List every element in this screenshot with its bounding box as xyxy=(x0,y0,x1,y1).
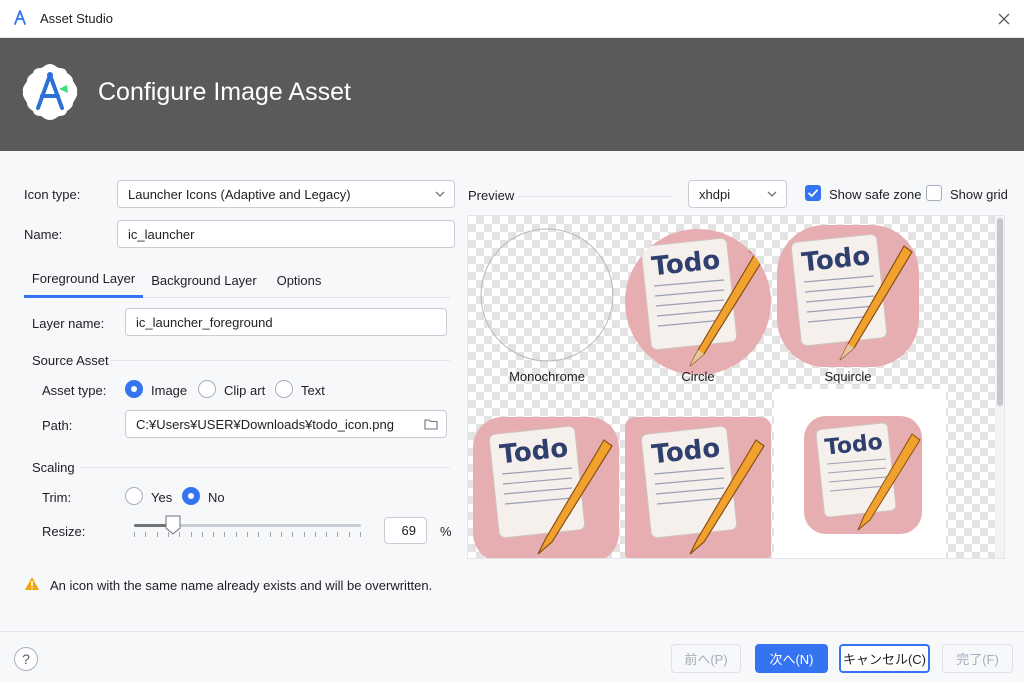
slider-tick xyxy=(224,532,226,537)
icon-type-label: Icon type: xyxy=(24,187,81,202)
path-value: C:¥Users¥USER¥Downloads¥todo_icon.png xyxy=(136,416,394,432)
preview-scrollbar[interactable] xyxy=(995,216,1004,558)
slider-tick xyxy=(292,532,294,537)
resize-slider-ticks xyxy=(134,532,361,538)
slider-tick xyxy=(190,532,192,537)
tab-foreground-layer[interactable]: Foreground Layer xyxy=(24,262,143,298)
squircle-caption: Squircle xyxy=(824,369,872,384)
slider-tick xyxy=(326,532,328,537)
slider-tick xyxy=(167,532,169,537)
layer-name-label: Layer name: xyxy=(32,316,105,331)
path-label: Path: xyxy=(42,418,73,433)
asset-type-label: Asset type: xyxy=(42,383,107,398)
page-title: Configure Image Asset xyxy=(98,78,351,106)
footer-divider xyxy=(0,631,1024,632)
slider-tick xyxy=(201,532,203,537)
asset-type-image-radio[interactable] xyxy=(125,380,143,398)
slider-tick xyxy=(280,532,282,537)
tab-options[interactable]: Options xyxy=(270,262,328,298)
show-grid-checkbox[interactable] xyxy=(926,185,942,201)
circle-caption: Circle xyxy=(681,369,715,384)
slider-tick xyxy=(303,532,305,537)
trim-no-label: No xyxy=(208,490,225,505)
slider-tick xyxy=(235,532,237,537)
layer-tabs: Foreground Layer Background Layer Option… xyxy=(24,262,450,298)
asset-type-clipart-label: Clip art xyxy=(224,383,266,398)
asset-type-text-radio[interactable] xyxy=(275,380,293,398)
slider-tick xyxy=(145,532,147,537)
trim-yes-radio[interactable] xyxy=(125,487,143,505)
close-icon xyxy=(998,13,1010,25)
show-grid-label: Show grid xyxy=(950,187,1008,202)
path-input[interactable]: C:¥Users¥USER¥Downloads¥todo_icon.png xyxy=(125,410,447,438)
preview-divider xyxy=(517,196,672,197)
chevron-down-icon xyxy=(435,191,445,197)
resize-value: 69 xyxy=(401,523,416,538)
close-button[interactable] xyxy=(992,7,1016,31)
scaling-divider xyxy=(80,467,450,468)
title-bar: Asset Studio xyxy=(0,0,1024,38)
preview-title: Preview xyxy=(468,188,515,203)
layer-name-value: ic_launcher_foreground xyxy=(136,314,273,330)
slider-tick xyxy=(179,532,181,537)
asset-type-text-label: Text xyxy=(301,383,325,398)
trim-label: Trim: xyxy=(42,490,72,505)
slider-tick xyxy=(134,532,135,537)
tab-background-layer[interactable]: Background Layer xyxy=(148,262,260,298)
slider-tick xyxy=(258,532,260,537)
next-button[interactable]: 次へ(N) xyxy=(755,644,828,673)
legacy-todo-icon: Todo xyxy=(804,416,922,534)
slider-tick xyxy=(337,532,339,537)
android-studio-app-icon xyxy=(14,10,26,25)
icon-type-dropdown[interactable]: Launcher Icons (Adaptive and Legacy) xyxy=(117,180,455,208)
preview-scrollbar-thumb[interactable] xyxy=(997,218,1003,406)
square-todo-icon: Todo xyxy=(625,417,771,558)
squircle-todo-icon: Todo xyxy=(777,225,919,367)
warning-message: An icon with the same name already exist… xyxy=(50,578,433,593)
preview-panel: Monochrome Todo Circle Todo Squircle Tod… xyxy=(467,215,1005,559)
slider-tick xyxy=(156,532,158,537)
name-value: ic_launcher xyxy=(128,226,195,242)
circle-todo-icon: Todo xyxy=(625,229,771,375)
slider-tick xyxy=(348,532,350,537)
folder-icon[interactable] xyxy=(424,418,438,430)
slider-tick xyxy=(314,532,316,537)
monochrome-preview-icon xyxy=(480,228,614,362)
icon-type-value: Launcher Icons (Adaptive and Legacy) xyxy=(128,186,351,202)
rounded-square-todo-icon: Todo xyxy=(473,417,619,558)
resize-label: Resize: xyxy=(42,524,86,539)
asset-type-clipart-radio[interactable] xyxy=(198,380,216,398)
show-safe-zone-label: Show safe zone xyxy=(829,187,922,202)
name-input[interactable]: ic_launcher xyxy=(117,220,455,248)
scaling-title: Scaling xyxy=(32,460,75,475)
warning-icon xyxy=(25,577,39,590)
slider-tick xyxy=(360,532,361,537)
window-title: Asset Studio xyxy=(40,11,113,26)
slider-tick xyxy=(269,532,271,537)
checkmark-icon xyxy=(807,189,819,198)
show-safe-zone-checkbox[interactable] xyxy=(805,185,821,201)
monochrome-caption: Monochrome xyxy=(509,369,585,384)
density-value: xhdpi xyxy=(699,186,731,202)
layer-name-input[interactable]: ic_launcher_foreground xyxy=(125,308,447,336)
chevron-down-icon xyxy=(767,191,777,197)
density-dropdown[interactable]: xhdpi xyxy=(688,180,787,208)
asset-type-image-label: Image xyxy=(151,383,188,398)
slider-tick xyxy=(247,532,248,537)
source-asset-divider xyxy=(110,360,450,361)
help-button[interactable]: ? xyxy=(14,647,38,671)
finish-button[interactable]: 完了(F) xyxy=(942,644,1013,673)
header-banner: Configure Image Asset xyxy=(0,38,1024,151)
resize-unit: % xyxy=(440,524,452,539)
previous-button[interactable]: 前へ(P) xyxy=(671,644,741,673)
resize-input[interactable]: 69 xyxy=(384,517,427,544)
trim-no-radio[interactable] xyxy=(182,487,200,505)
source-asset-title: Source Asset xyxy=(32,353,109,368)
trim-yes-label: Yes xyxy=(151,490,173,505)
android-studio-logo xyxy=(22,64,78,120)
name-label: Name: xyxy=(24,227,63,242)
slider-tick xyxy=(213,532,215,537)
cancel-button[interactable]: キャンセル(C) xyxy=(839,644,930,673)
